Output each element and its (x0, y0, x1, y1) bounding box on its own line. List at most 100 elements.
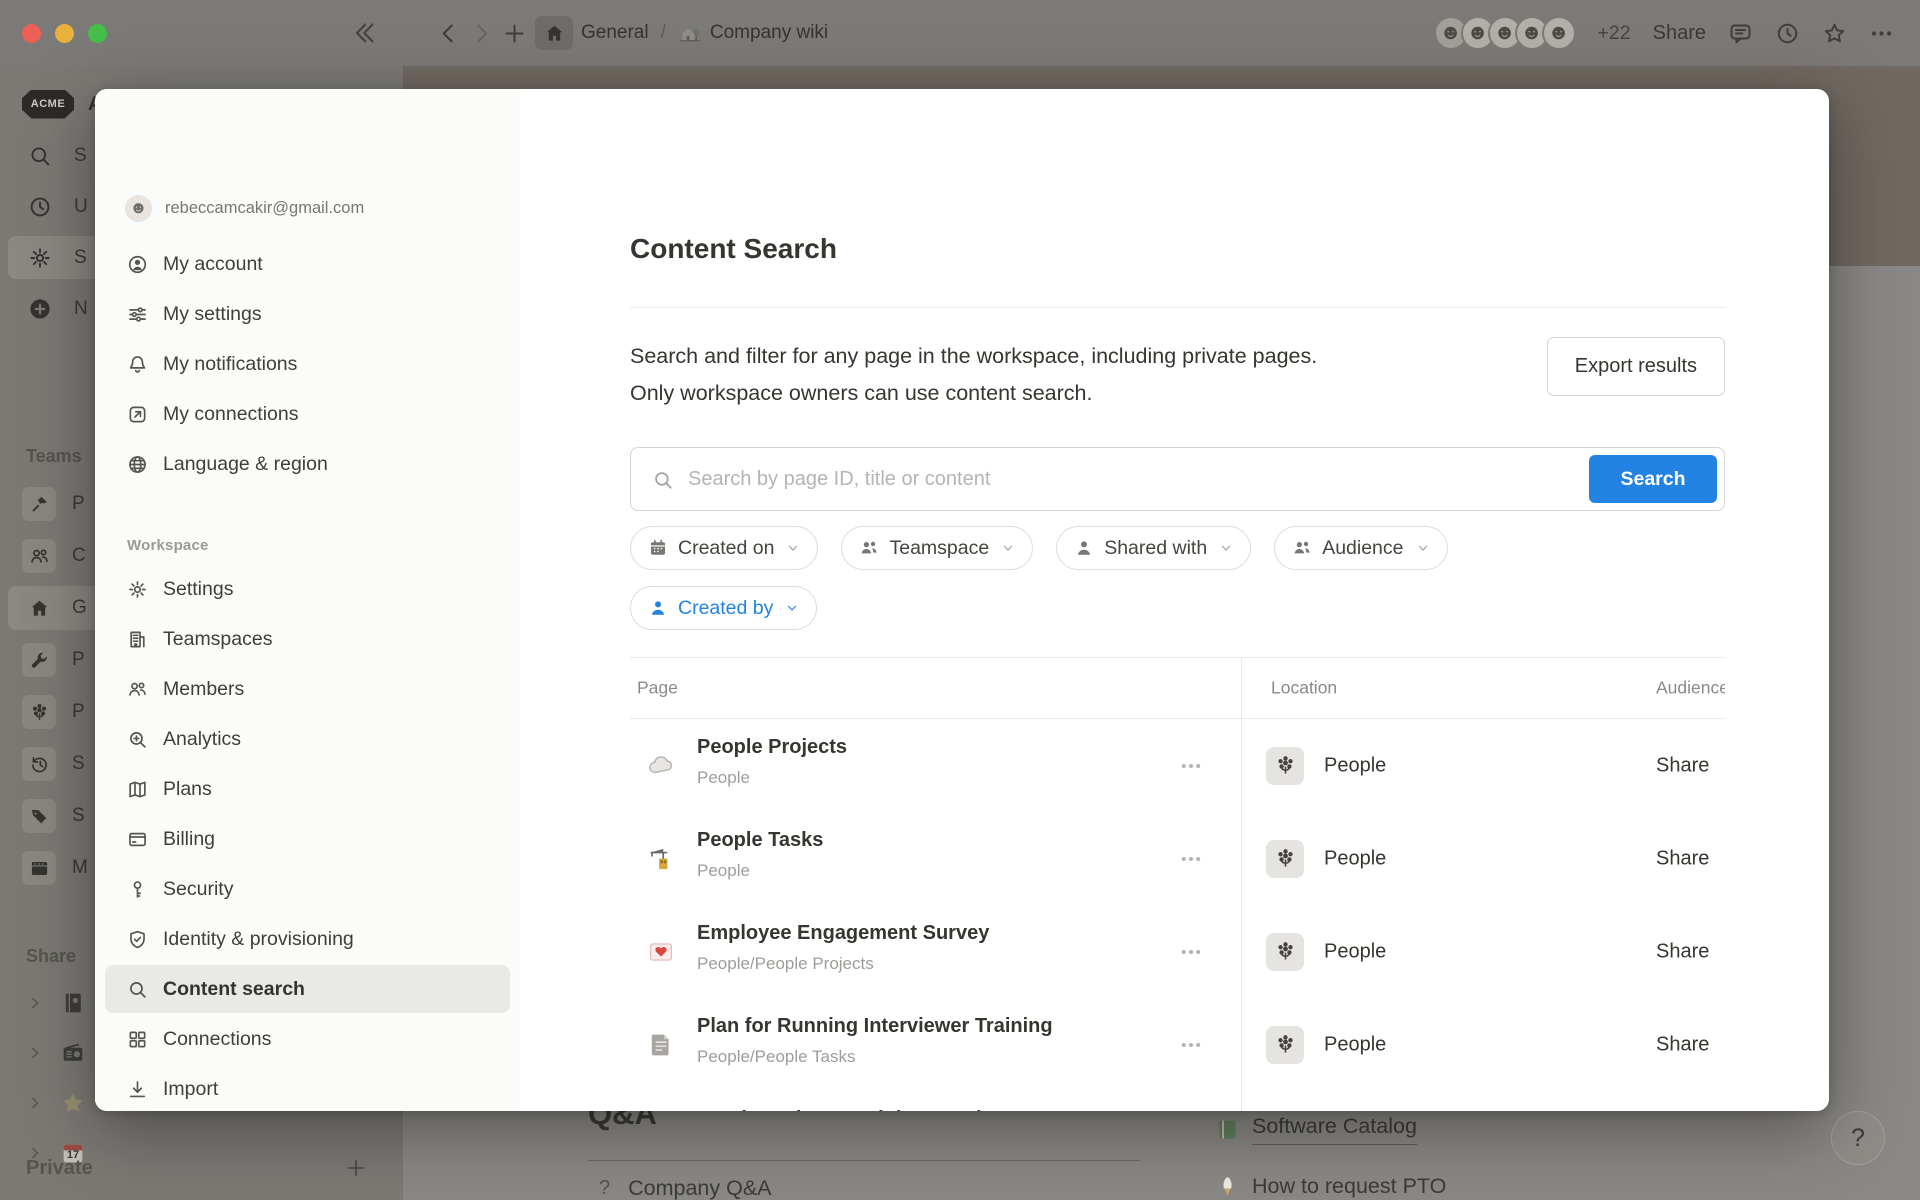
settings-nav-icon (127, 729, 148, 750)
page-title-cell[interactable]: Employee Engagement Survey (697, 922, 989, 945)
table-row[interactable]: People Projects People People Share (630, 719, 1725, 812)
teamspace-icon (29, 702, 50, 723)
avatar-overflow-count[interactable]: +22 (1598, 22, 1631, 45)
teamspace-label: G (72, 597, 87, 619)
table-header: Page Location Audience (630, 657, 1725, 719)
add-private-page-icon[interactable] (345, 1157, 367, 1179)
private-section-row[interactable]: Private (0, 1140, 403, 1196)
teamspace-label: S (72, 805, 85, 827)
settings-nav-label: Import (163, 1078, 218, 1101)
help-button[interactable]: ? (1831, 1111, 1885, 1165)
location-icon-box (1266, 1026, 1304, 1064)
row-menu-icon[interactable] (1174, 754, 1208, 778)
sidebar-collapse-icon[interactable] (350, 19, 378, 47)
settings-nav-item[interactable]: Security (95, 864, 520, 914)
page-icon (647, 845, 675, 873)
settings-nav-item[interactable]: Content search (105, 965, 510, 1013)
row-menu-icon[interactable] (1174, 940, 1208, 964)
more-options-icon[interactable] (1869, 21, 1894, 46)
location-icon-box (1266, 933, 1304, 971)
settings-nav-item[interactable]: Connections (95, 1014, 520, 1064)
chevron-right-icon[interactable] (26, 994, 44, 1012)
new-tab-icon[interactable] (502, 21, 527, 46)
avatar[interactable]: ☻ (1542, 16, 1576, 50)
sidebar-item-label: S (74, 145, 87, 167)
filter-chip[interactable]: Created on (630, 526, 818, 570)
workspace-section-label: Workspace (95, 537, 520, 554)
settings-nav-item[interactable]: Teamspaces (95, 614, 520, 664)
settings-nav-item[interactable]: Billing (95, 814, 520, 864)
results-table: Page Location Audience People Projects P… (630, 657, 1725, 1111)
filter-chip[interactable]: Teamspace (841, 526, 1033, 570)
location-cell: People (1324, 940, 1386, 963)
settings-nav-item[interactable]: Members (95, 664, 520, 714)
table-row[interactable]: Run interviewer training session People/… (630, 1091, 1725, 1111)
chevron-right-icon[interactable] (26, 1044, 44, 1062)
table-row[interactable]: Plan for Running Interviewer Training Pe… (630, 998, 1725, 1091)
settings-nav-item[interactable]: Analytics (95, 714, 520, 764)
nav-back-icon[interactable] (436, 21, 461, 46)
avatar-stack[interactable]: ☻ ☻ ☻ ☻ ☻ (1434, 16, 1576, 50)
row-menu-icon[interactable] (1174, 1033, 1208, 1057)
nav-forward-icon[interactable] (469, 21, 494, 46)
filter-chip[interactable]: Shared with (1056, 526, 1251, 570)
export-results-button[interactable]: Export results (1547, 337, 1725, 396)
software-catalog-link[interactable]: Software Catalog (1215, 1114, 1417, 1145)
breadcrumb-home-chip[interactable] (535, 16, 573, 50)
zoom-window-button[interactable] (88, 24, 107, 43)
row-menu-icon[interactable] (1174, 847, 1208, 871)
table-row[interactable]: People Tasks People People Share (630, 812, 1725, 905)
settings-nav-item[interactable]: Settings (95, 564, 520, 614)
settings-nav-item[interactable]: My notifications (95, 339, 520, 389)
ice-cream-icon (1215, 1174, 1240, 1199)
settings-nav-item[interactable]: Import (95, 1064, 520, 1111)
chevron-right-icon[interactable] (26, 1094, 44, 1112)
minimize-window-button[interactable] (55, 24, 74, 43)
share-button[interactable]: Share (1653, 22, 1706, 45)
teamspace-icon-box (22, 851, 56, 885)
search-input[interactable] (631, 448, 1724, 510)
page-title-cell[interactable]: People Projects (697, 736, 847, 759)
breadcrumb-page[interactable]: Company wiki (710, 22, 828, 44)
settings-nav-label: Analytics (163, 728, 241, 751)
search-button[interactable]: Search (1589, 455, 1717, 503)
filter-chip[interactable]: Audience (1274, 526, 1447, 570)
settings-nav-item[interactable]: Plans (95, 764, 520, 814)
settings-nav-icon (127, 979, 148, 1000)
teamspace-label: P (72, 649, 85, 671)
page-emoji-icon (60, 1090, 86, 1116)
company-qa-link[interactable]: ? Company Q&A (599, 1176, 772, 1200)
settings-nav-icon (127, 579, 148, 600)
chevron-down-icon (1219, 541, 1233, 555)
favorite-star-icon[interactable] (1822, 21, 1847, 46)
filter-chip-icon (648, 538, 668, 558)
column-header-page: Page (637, 678, 678, 699)
page-path-cell: People/People Projects (697, 954, 874, 974)
filter-chip-icon (859, 538, 879, 558)
chevron-down-icon (785, 601, 799, 615)
teamspace-flower-icon (1274, 847, 1297, 870)
audience-cell: Share (1656, 940, 1709, 963)
teamspace-label: S (72, 753, 85, 775)
table-row[interactable]: Employee Engagement Survey People/People… (630, 905, 1725, 998)
settings-nav-item[interactable]: My connections (95, 389, 520, 439)
history-clock-icon[interactable] (1775, 21, 1800, 46)
page-icon (647, 752, 675, 780)
teamspace-icon-box (22, 643, 56, 677)
page-title-cell[interactable]: People Tasks (697, 829, 823, 852)
breadcrumb-root[interactable]: General (581, 22, 649, 44)
page-title-cell[interactable]: Plan for Running Interviewer Training (697, 1015, 1053, 1038)
settings-nav-item[interactable]: Language & region (95, 439, 520, 489)
settings-nav-item[interactable]: My settings (95, 289, 520, 339)
question-mark-icon: ? (599, 1177, 610, 1200)
page-title-cell[interactable]: Run interviewer training session (697, 1108, 1006, 1111)
traffic-lights[interactable] (22, 24, 107, 43)
teamspace-label: C (72, 545, 86, 567)
request-pto-link[interactable]: How to request PTO (1215, 1174, 1446, 1199)
settings-nav-item[interactable]: Identity & provisioning (95, 914, 520, 964)
filter-chip-created-by[interactable]: Created by (630, 586, 817, 630)
settings-nav-item[interactable]: My account (95, 239, 520, 289)
comments-icon[interactable] (1728, 21, 1753, 46)
close-window-button[interactable] (22, 24, 41, 43)
filter-chip-label: Teamspace (889, 537, 989, 560)
